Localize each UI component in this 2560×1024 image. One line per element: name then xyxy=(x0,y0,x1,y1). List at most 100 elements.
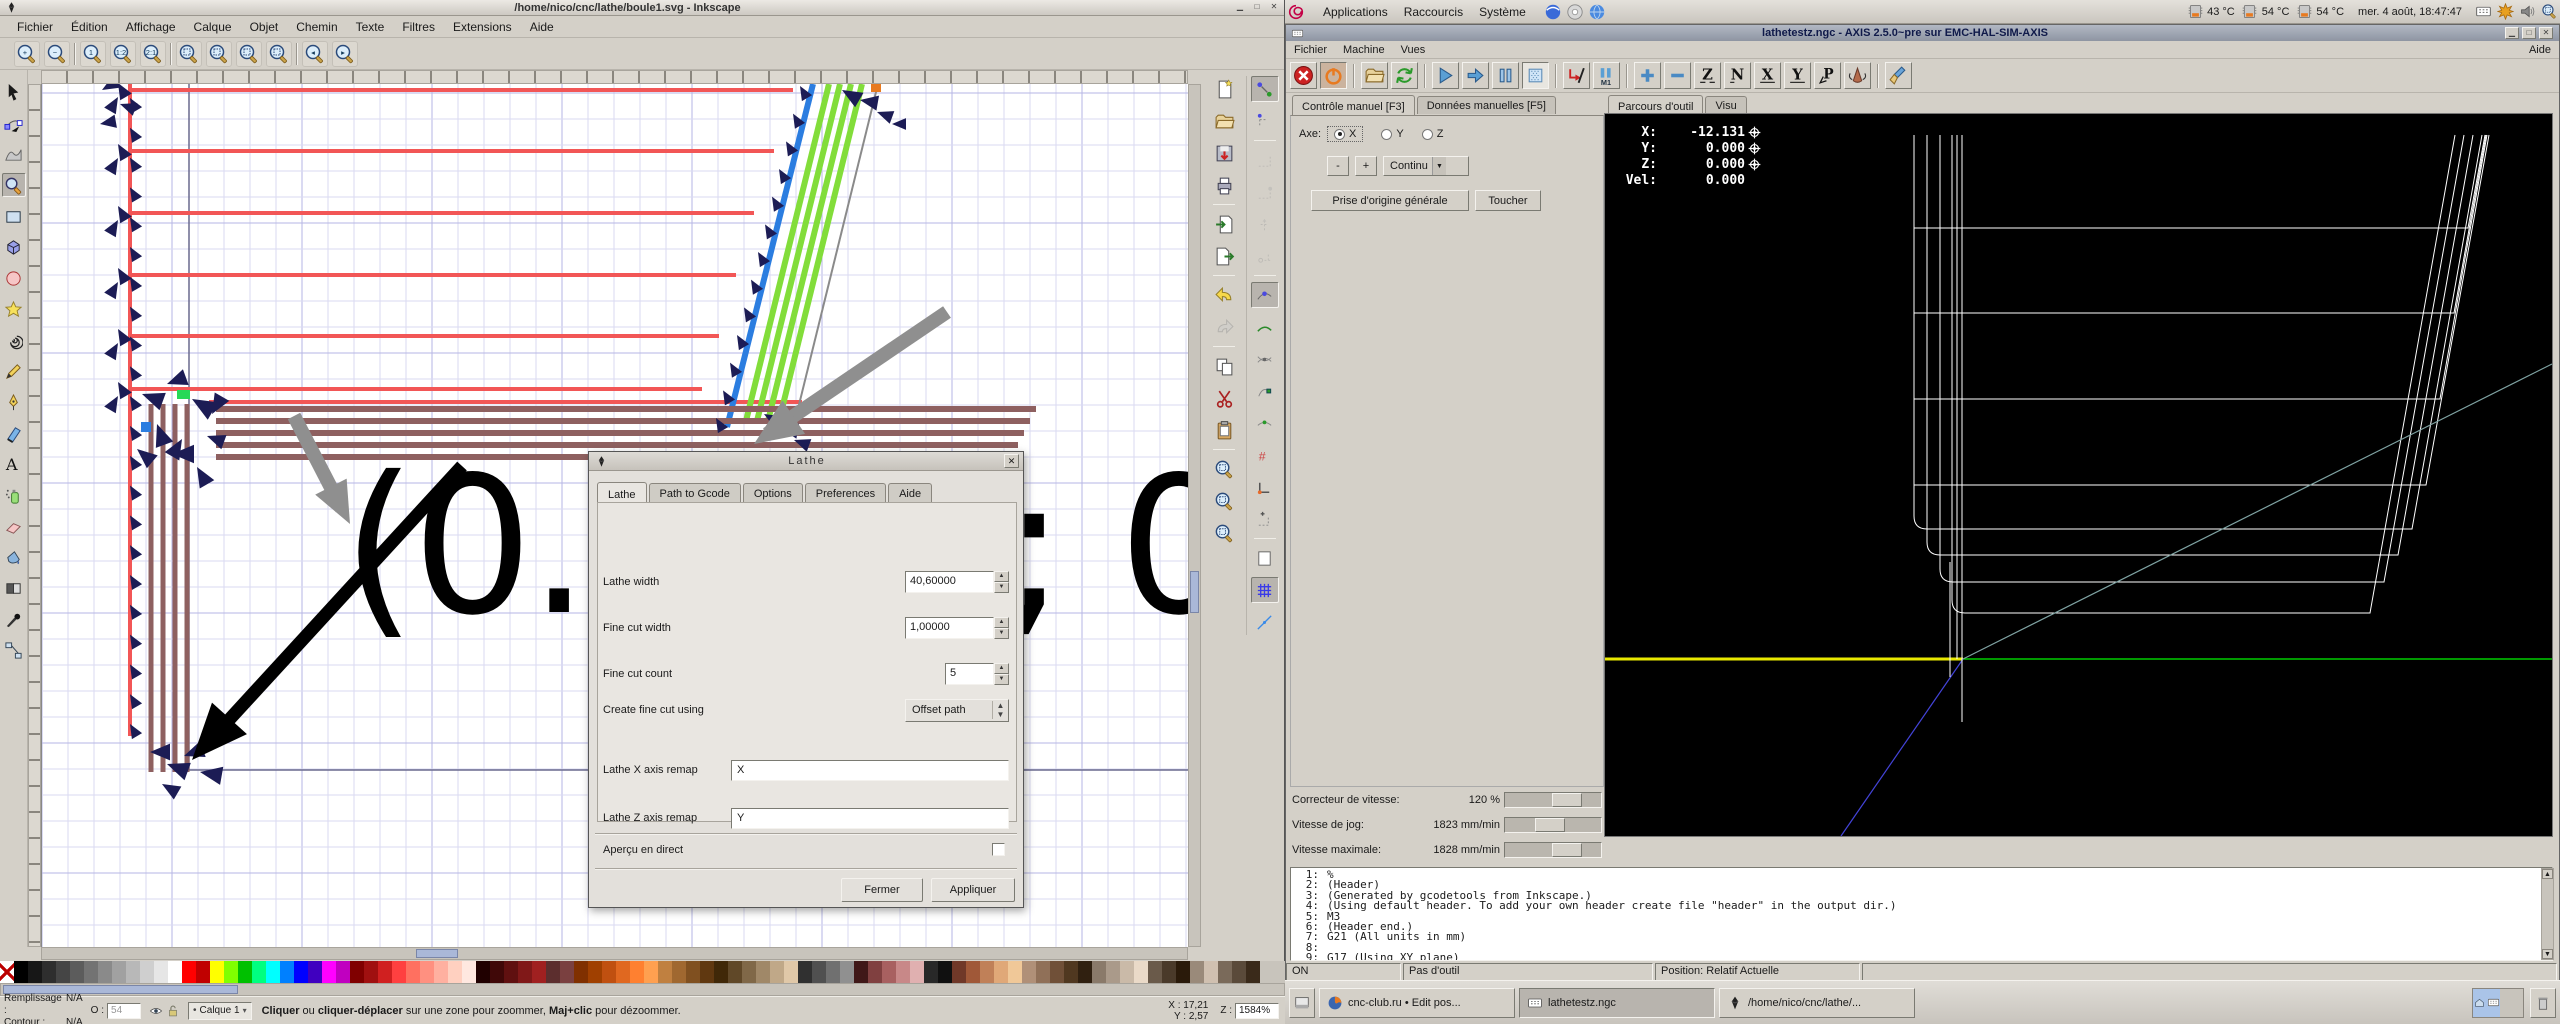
axis-radio-y[interactable] xyxy=(1381,128,1393,140)
lathe-dialog-titlebar[interactable]: Lathe ✕ xyxy=(589,452,1023,471)
clear-plot-button[interactable] xyxy=(1885,62,1912,89)
temperature-sensor-icon[interactable] xyxy=(2185,2,2205,22)
box-3d-tool[interactable] xyxy=(2,235,26,259)
snap-grid-button[interactable] xyxy=(1250,577,1279,603)
color-swatch[interactable] xyxy=(714,961,728,983)
color-swatch[interactable] xyxy=(1078,961,1092,983)
color-swatch[interactable] xyxy=(728,961,742,983)
view-perspective-button[interactable]: P xyxy=(1814,62,1841,89)
create-fine-cut-combo[interactable]: Offset path ▲ ▼ xyxy=(905,698,1009,722)
home-all-button[interactable]: Prise d'origine générale xyxy=(1311,190,1469,211)
dialog-tab-options[interactable]: Options xyxy=(742,483,803,503)
color-swatch[interactable] xyxy=(1218,961,1232,983)
temperature-sensor-icon[interactable] xyxy=(2240,2,2260,22)
stop-program-button[interactable] xyxy=(1522,62,1549,89)
canvas-horizontal-scrollbar[interactable] xyxy=(41,947,1188,960)
gcode-line[interactable]: 8: xyxy=(1291,942,2552,953)
screenshot-tool-launcher-icon[interactable] xyxy=(1565,2,1585,22)
spray-tool[interactable] xyxy=(2,483,26,507)
color-swatch[interactable] xyxy=(770,961,784,983)
view-z-button[interactable]: Z xyxy=(1694,62,1721,89)
color-swatch[interactable] xyxy=(70,961,84,983)
color-swatch[interactable] xyxy=(420,961,434,983)
zoom-page-width-icon[interactable] xyxy=(266,40,292,67)
gcode-line[interactable]: 9: G17 (Using XY plane) xyxy=(1291,952,2552,960)
layer-lock-icon[interactable] xyxy=(166,1004,180,1018)
toggle-optional-pause-button[interactable]: M1 xyxy=(1593,62,1620,89)
apply-button[interactable]: Appliquer xyxy=(931,878,1015,902)
color-swatch[interactable] xyxy=(518,961,532,983)
dialog-tab-path-to-gcode[interactable]: Path to Gcode xyxy=(648,483,741,503)
view-tab-0[interactable]: Parcours d'outil xyxy=(1608,95,1704,115)
color-swatch[interactable] xyxy=(952,961,966,983)
search-icon[interactable] xyxy=(2539,2,2559,22)
color-swatch[interactable] xyxy=(1022,961,1036,983)
gcode-listing[interactable]: 1:% 2: (Header) 3: (Generated by gcodetools … xyxy=(1290,867,2553,961)
toolpath-preview[interactable]: X: -12.131 Y: 0.000 Z: 0.000 Vel: 0.000 xyxy=(1604,113,2553,837)
color-swatch[interactable] xyxy=(364,961,378,983)
color-swatch[interactable] xyxy=(630,961,644,983)
eraser-tool[interactable] xyxy=(2,514,26,538)
axis-menu-fichier[interactable]: Fichier xyxy=(1286,44,1335,56)
vertical-ruler[interactable] xyxy=(28,84,41,947)
live-preview-checkbox[interactable] xyxy=(992,843,1005,856)
close-icon[interactable]: ✕ xyxy=(1267,2,1281,14)
menu-objet[interactable]: Objet xyxy=(241,18,288,36)
menu-chemin[interactable]: Chemin xyxy=(287,18,346,36)
vitesse-de-jog-slider[interactable] xyxy=(1504,817,1602,833)
jog-speed-combo[interactable]: Continu ▼ xyxy=(1383,156,1469,176)
color-swatch[interactable] xyxy=(672,961,686,983)
snap-midpoints-button[interactable]: # xyxy=(1251,442,1279,468)
no-color-swatch[interactable] xyxy=(0,961,14,983)
zoom-previous-icon[interactable]: ◂ xyxy=(302,40,328,67)
toggle-skip-lines-button[interactable] xyxy=(1563,62,1590,89)
connector-tool[interactable] xyxy=(2,638,26,662)
snap-bbox-centers-button[interactable] xyxy=(1251,243,1279,269)
show-desktop-button[interactable] xyxy=(1289,987,1315,1018)
color-swatch[interactable] xyxy=(854,961,868,983)
color-swatch[interactable] xyxy=(1106,961,1120,983)
color-swatch[interactable] xyxy=(210,961,224,983)
panel-menu-raccourcis[interactable]: Raccourcis xyxy=(1396,5,1471,19)
layer-visibility-icon[interactable] xyxy=(149,1004,163,1018)
fine-cut-width-input[interactable]: 1,00000 xyxy=(905,617,994,639)
color-swatch[interactable] xyxy=(490,961,504,983)
color-swatch[interactable] xyxy=(196,961,210,983)
browser-launcher-icon[interactable] xyxy=(1543,2,1563,22)
color-swatch[interactable] xyxy=(168,961,182,983)
zoom-tool[interactable] xyxy=(1,173,26,197)
color-swatch[interactable] xyxy=(126,961,140,983)
color-swatch[interactable] xyxy=(504,961,518,983)
color-swatch[interactable] xyxy=(588,961,602,983)
dropper-tool[interactable] xyxy=(2,607,26,631)
taskbar-task[interactable]: /home/nico/cnc/lathe/... xyxy=(1719,987,1915,1018)
snap-to-paths-button[interactable] xyxy=(1251,314,1279,340)
snap-enable-button[interactable] xyxy=(1250,76,1279,102)
color-swatch[interactable] xyxy=(14,961,28,983)
axis-radio-x[interactable] xyxy=(1334,128,1346,140)
ellipse-tool[interactable] xyxy=(2,266,26,290)
dialog-tab-aide[interactable]: Aide xyxy=(888,483,933,503)
color-swatch[interactable] xyxy=(980,961,994,983)
menu-aide[interactable]: Aide xyxy=(521,18,563,36)
view-x-button[interactable]: X xyxy=(1754,62,1781,89)
run-program-button[interactable] xyxy=(1432,62,1459,89)
zoom-to-selection-button[interactable] xyxy=(1210,456,1238,482)
color-swatch[interactable] xyxy=(756,961,770,983)
gcode-line[interactable]: 4: (Using default header. To add your own… xyxy=(1291,900,2552,911)
stroke-value[interactable]: N/A xyxy=(66,1017,83,1024)
color-swatch[interactable] xyxy=(1148,961,1162,983)
estop-button[interactable] xyxy=(1290,62,1317,89)
close-icon[interactable]: ✕ xyxy=(1004,454,1019,468)
trash-applet[interactable] xyxy=(2530,987,2556,1018)
copy-button[interactable] xyxy=(1210,353,1238,379)
panel-menu-système[interactable]: Système xyxy=(1471,5,1534,19)
color-swatch[interactable] xyxy=(112,961,126,983)
layer-selector[interactable]: • Calque 1 ▾ xyxy=(188,1001,252,1020)
zoom-1-2-icon[interactable]: 1:2 xyxy=(110,40,136,67)
control-tab-0[interactable]: Contrôle manuel [F3] xyxy=(1292,95,1415,115)
color-swatch[interactable] xyxy=(658,961,672,983)
snap-nodes-button[interactable] xyxy=(1250,282,1279,308)
run-step-button[interactable] xyxy=(1462,62,1489,89)
zoom-out-button[interactable] xyxy=(1664,62,1691,89)
